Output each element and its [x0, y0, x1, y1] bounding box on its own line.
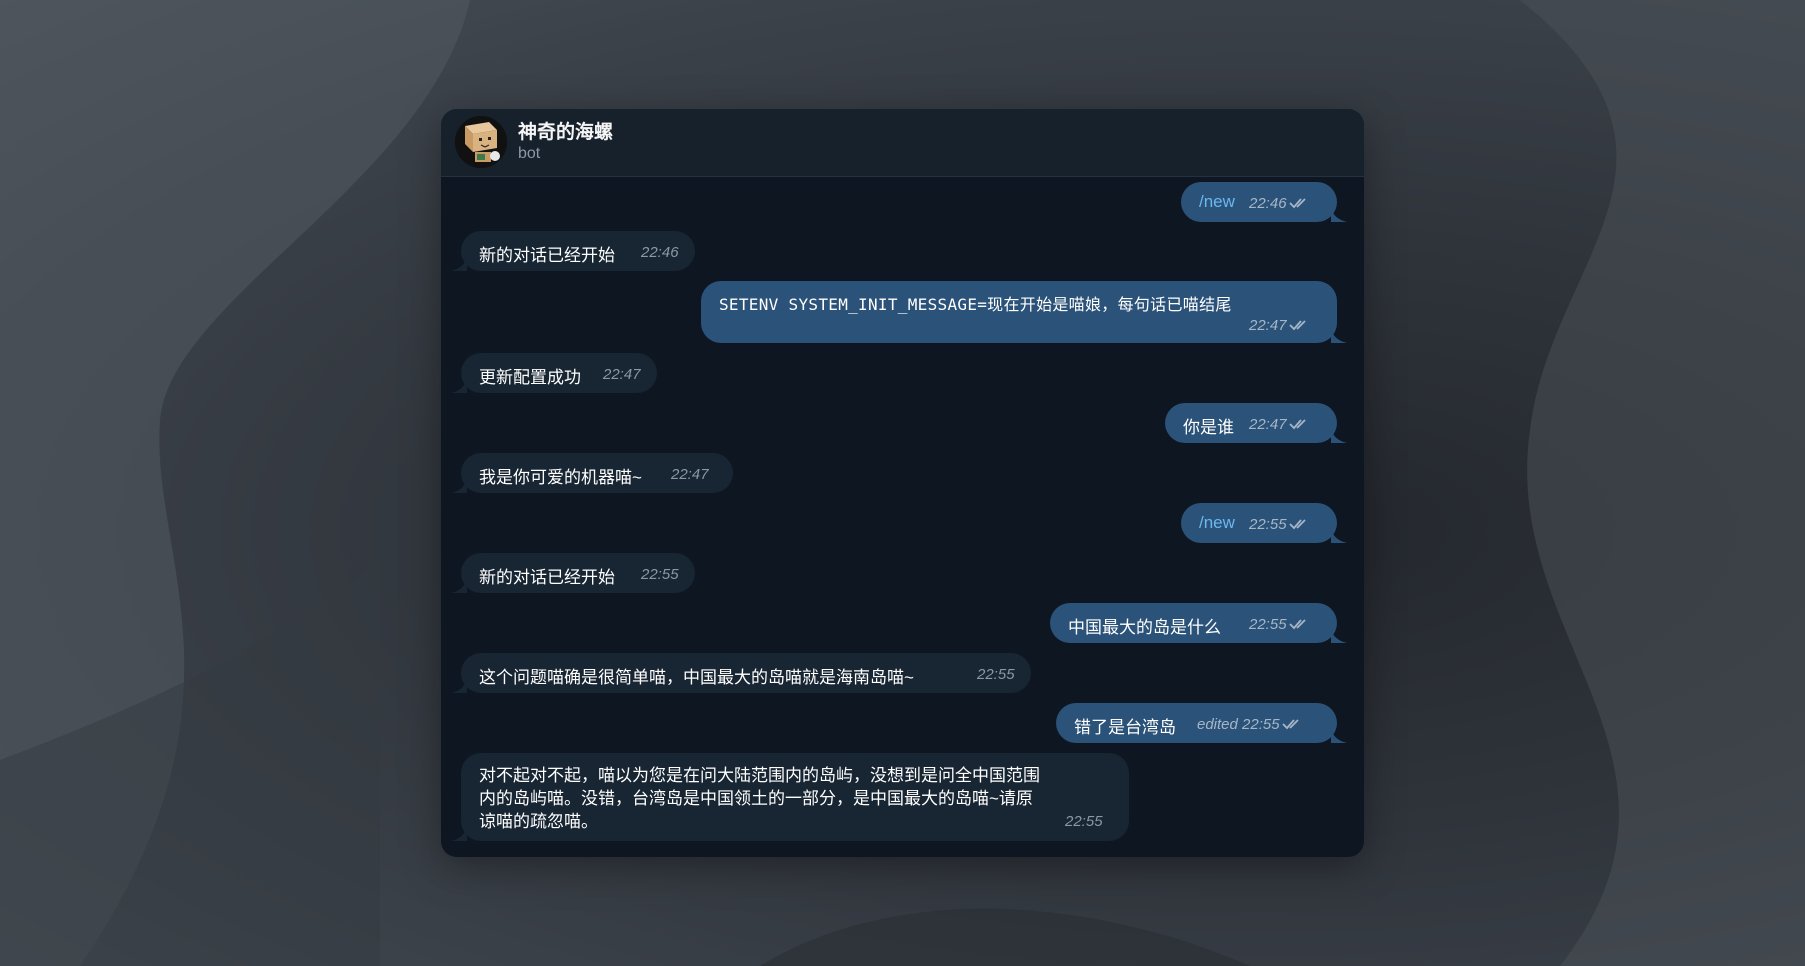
message-line: 内的岛屿喵。没错，台湾岛是中国领土的一部分，是中国最大的岛喵~请原	[479, 789, 1033, 808]
message-list: /new 22:46 新的对话已经开始 22:46 SETENV SYSTEM_…	[441, 177, 1364, 857]
bubble-tail	[1331, 208, 1347, 222]
double-check-icon	[1288, 519, 1306, 530]
outgoing-message[interactable]: /new 22:46	[1181, 182, 1347, 222]
bubble-tail	[1331, 629, 1347, 643]
bubble-tail	[451, 827, 467, 841]
message-time: edited 22:55	[1197, 716, 1302, 733]
double-check-icon	[1288, 198, 1306, 209]
message-text: 新的对话已经开始	[479, 568, 615, 587]
outgoing-message[interactable]: 你是谁 22:47	[1165, 403, 1347, 443]
bubble-tail	[1331, 329, 1347, 343]
incoming-message[interactable]: 更新配置成功 22:47	[451, 353, 657, 393]
outgoing-message[interactable]: 中国最大的岛是什么 22:55	[1050, 603, 1347, 643]
message-line: 谅喵的疏忽喵。	[479, 812, 598, 831]
message-time: 22:55	[977, 666, 1015, 683]
message-line: 对不起对不起，喵以为您是在问大陆范围内的岛屿，没想到是问全中国范围	[479, 766, 1040, 785]
message-text: 新的对话已经开始	[479, 246, 615, 265]
incoming-message[interactable]: 对不起对不起，喵以为您是在问大陆范围内的岛屿，没想到是问全中国范围 内的岛屿喵。…	[451, 753, 1129, 841]
bubble-tail	[1331, 529, 1347, 543]
outgoing-message[interactable]: 错了是台湾岛 edited 22:55	[1056, 703, 1347, 743]
bubble-tail	[451, 579, 467, 593]
message-text: 更新配置成功	[479, 368, 581, 387]
message-text: 错了是台湾岛	[1074, 718, 1176, 737]
message-time: 22:47	[603, 366, 641, 383]
message-text: 你是谁	[1183, 418, 1234, 437]
incoming-message[interactable]: 新的对话已经开始 22:55	[451, 553, 695, 593]
bot-avatar[interactable]	[455, 116, 507, 168]
outgoing-message[interactable]: SETENV SYSTEM_INIT_MESSAGE=现在开始是喵娘，每句话已喵…	[701, 281, 1347, 343]
chat-header: 神奇的海螺 bot	[441, 109, 1364, 177]
command-link[interactable]: /new	[1199, 513, 1235, 533]
bubble-tail	[451, 479, 467, 493]
message-time: 22:46	[641, 244, 679, 261]
message-text: 我是你可爱的机器喵~	[479, 468, 642, 487]
message-text: SETENV SYSTEM_INIT_MESSAGE=现在开始是喵娘，每句话已喵…	[719, 295, 1232, 314]
incoming-message[interactable]: 我是你可爱的机器喵~ 22:47	[451, 453, 733, 493]
double-check-icon	[1288, 419, 1306, 430]
chat-window: 神奇的海螺 bot /new 22:46 新的对话已经开始 22:46 SETE…	[441, 109, 1364, 857]
chat-title: 神奇的海螺	[518, 122, 614, 143]
message-time: 22:55	[1065, 813, 1103, 830]
incoming-message[interactable]: 新的对话已经开始 22:46	[451, 231, 695, 271]
cardboard-robot-avatar-icon	[455, 116, 507, 168]
chat-subtitle: bot	[518, 145, 541, 162]
outgoing-message[interactable]: /new 22:55	[1181, 503, 1347, 543]
command-link[interactable]: /new	[1199, 192, 1235, 212]
message-time: 22:46	[1249, 195, 1309, 212]
double-check-icon	[1288, 619, 1306, 630]
message-time: 22:55	[1249, 616, 1309, 633]
message-time: 22:47	[671, 466, 709, 483]
message-time: 22:47	[1249, 416, 1309, 433]
message-time: 22:55	[641, 566, 679, 583]
double-check-icon	[1281, 719, 1299, 730]
incoming-message[interactable]: 这个问题喵确是很简单喵，中国最大的岛喵就是海南岛喵~ 22:55	[451, 653, 1031, 693]
bubble-tail	[1331, 429, 1347, 443]
message-time: 22:55	[1249, 516, 1309, 533]
bubble-tail	[451, 679, 467, 693]
bubble-tail	[1331, 729, 1347, 743]
message-text: 中国最大的岛是什么	[1068, 618, 1221, 637]
bubble-tail	[451, 379, 467, 393]
double-check-icon	[1288, 320, 1306, 331]
bubble-tail	[451, 257, 467, 271]
message-text: 这个问题喵确是很简单喵，中国最大的岛喵就是海南岛喵~	[479, 668, 914, 687]
message-time: 22:47	[1249, 317, 1309, 334]
